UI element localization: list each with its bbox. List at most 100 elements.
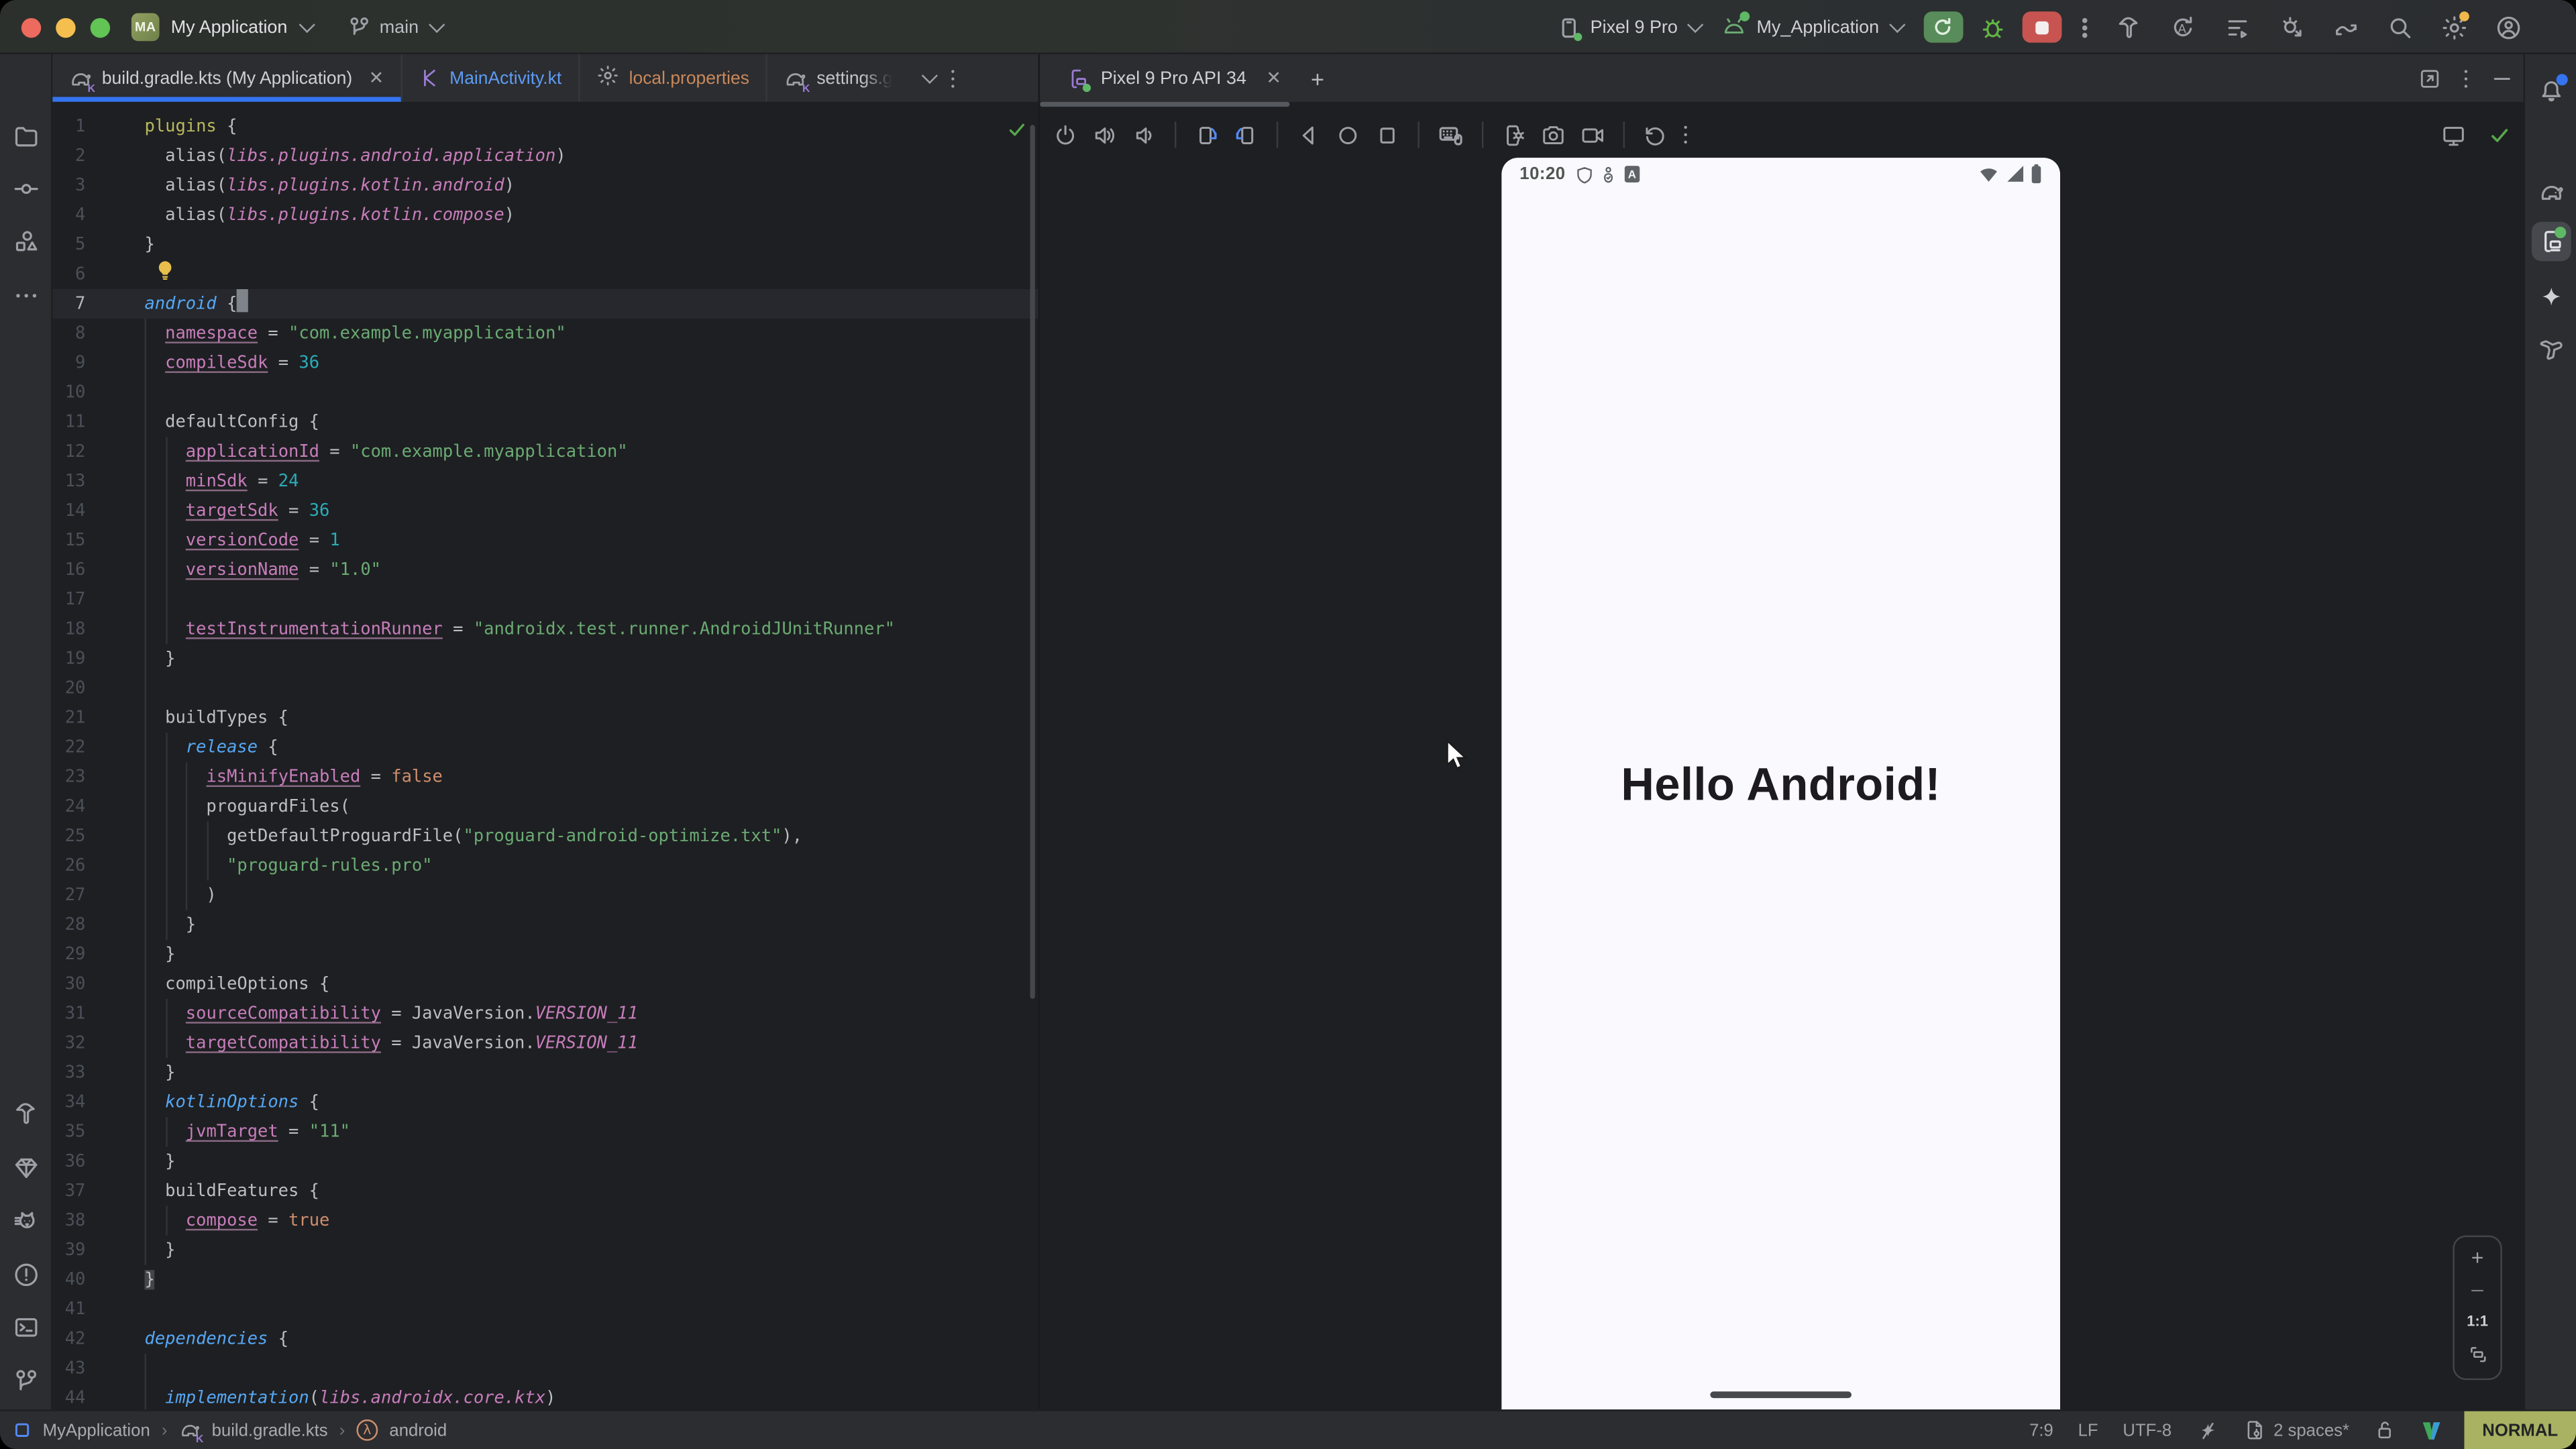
device-screen[interactable]: 10:20 A Hello Android! bbox=[1501, 158, 2060, 1409]
rerun-button[interactable] bbox=[1923, 11, 1963, 43]
vcs-branch-widget[interactable]: main bbox=[348, 0, 440, 54]
code-line[interactable]: 33 } bbox=[52, 1058, 1038, 1087]
code-line[interactable]: 44 implementation(libs.androidx.core.ktx… bbox=[52, 1383, 1038, 1409]
code-line[interactable]: 13 minSdk = 24 bbox=[52, 467, 1038, 496]
sidebar-item-structure[interactable] bbox=[13, 228, 40, 254]
code-line[interactable]: 27 ) bbox=[52, 881, 1038, 910]
screen-record-icon[interactable] bbox=[1580, 122, 1605, 147]
sidebar-item-project[interactable] bbox=[13, 123, 40, 150]
code-line[interactable]: 17 bbox=[52, 585, 1038, 614]
caret-position-widget[interactable]: 7:9 bbox=[2029, 1420, 2053, 1440]
editor-scrollbar[interactable] bbox=[1030, 125, 1035, 999]
rotate-left-icon[interactable] bbox=[1194, 122, 1219, 147]
rotate-right-icon[interactable] bbox=[1234, 122, 1258, 147]
build-button[interactable] bbox=[2116, 14, 2142, 40]
indent-widget[interactable]: 2 spaces* bbox=[2244, 1419, 2349, 1441]
zoom-actual-size-button[interactable]: 1:1 bbox=[2467, 1313, 2488, 1329]
sidebar-item-gemini[interactable] bbox=[13, 1155, 40, 1181]
code-line[interactable]: 28 } bbox=[52, 910, 1038, 940]
code-line[interactable]: 36 } bbox=[52, 1146, 1038, 1176]
vim-mode-badge[interactable]: NORMAL bbox=[2464, 1410, 2576, 1449]
code-line[interactable]: 21 buildTypes { bbox=[52, 703, 1038, 733]
line-separator-widget[interactable]: LF bbox=[2078, 1420, 2098, 1440]
run-more-kebab[interactable] bbox=[2081, 15, 2088, 38]
sidebar-item-notifications[interactable] bbox=[2538, 77, 2565, 103]
code-line[interactable]: 35 jvmTarget = "11" bbox=[52, 1117, 1038, 1146]
new-device-tab-button[interactable]: + bbox=[1311, 65, 1324, 91]
sidebar-item-more[interactable] bbox=[13, 282, 40, 309]
tab-pixel-9-pro-api-34[interactable]: Pixel 9 Pro API 34 ✕ bbox=[1040, 54, 1297, 102]
code-line[interactable]: 31 sourceCompatibility = JavaVersion.VER… bbox=[52, 999, 1038, 1028]
fit-to-window-icon[interactable] bbox=[2467, 1344, 2488, 1365]
power-icon[interactable] bbox=[1053, 122, 1078, 147]
project-widget[interactable]: MA My Application bbox=[131, 0, 311, 54]
zoom-window-button[interactable] bbox=[91, 17, 110, 37]
code-line[interactable]: 25 getDefaultProguardFile("proguard-andr… bbox=[52, 821, 1038, 851]
hardware-input-icon[interactable] bbox=[1438, 121, 1464, 148]
sync-project-button[interactable]: A bbox=[2170, 14, 2196, 40]
hidden-tabs-chevron-icon[interactable] bbox=[922, 68, 938, 84]
sidebar-item-app-insights[interactable] bbox=[2538, 337, 2565, 363]
volume-down-icon[interactable] bbox=[1132, 122, 1157, 147]
back-icon[interactable] bbox=[1296, 122, 1321, 147]
sidebar-item-logcat[interactable] bbox=[13, 1208, 40, 1234]
code-line[interactable]: 15 versionCode = 1 bbox=[52, 526, 1038, 555]
code-line[interactable]: 6 bbox=[52, 260, 1038, 289]
stop-button[interactable] bbox=[2022, 11, 2061, 43]
code-line[interactable]: 20 bbox=[52, 674, 1038, 703]
tab-build-gradle-kts[interactable]: K build.gradle.kts (My Application) ✕ bbox=[52, 54, 402, 102]
debug-button[interactable] bbox=[1980, 14, 2006, 40]
code-line[interactable]: 14 targetSdk = 36 bbox=[52, 496, 1038, 526]
minimize-window-button[interactable] bbox=[56, 17, 75, 37]
code-line[interactable]: 1plugins { bbox=[52, 112, 1038, 142]
code-line[interactable]: 42dependencies { bbox=[52, 1324, 1038, 1354]
code-line[interactable]: 7android { bbox=[52, 289, 1038, 319]
code-line[interactable]: 19 } bbox=[52, 644, 1038, 674]
debug-restart-button[interactable] bbox=[2278, 14, 2304, 40]
sidebar-item-gradle[interactable] bbox=[2538, 179, 2565, 205]
intention-bulb-icon[interactable] bbox=[156, 260, 174, 291]
code-editor[interactable]: 1plugins {2 alias(libs.plugins.android.a… bbox=[52, 102, 1038, 1409]
close-tab-icon[interactable]: ✕ bbox=[369, 67, 384, 89]
hide-pane-icon[interactable] bbox=[2491, 66, 2514, 89]
close-window-button[interactable] bbox=[21, 17, 41, 37]
code-line[interactable]: 8 namespace = "com.example.myapplication… bbox=[52, 319, 1038, 348]
breadcrumb-element[interactable]: android bbox=[389, 1420, 447, 1440]
open-in-window-icon[interactable] bbox=[2418, 66, 2441, 89]
code-line[interactable]: 24 proguardFiles( bbox=[52, 792, 1038, 821]
code-line[interactable]: 38 compose = true bbox=[52, 1206, 1038, 1236]
code-line[interactable]: 5} bbox=[52, 230, 1038, 260]
profile-button[interactable] bbox=[2496, 14, 2522, 40]
code-line[interactable]: 16 versionName = "1.0" bbox=[52, 555, 1038, 585]
code-line[interactable]: 40} bbox=[52, 1265, 1038, 1295]
sidebar-item-problems[interactable] bbox=[13, 1262, 40, 1288]
code-line[interactable]: 4 alias(libs.plugins.kotlin.compose) bbox=[52, 201, 1038, 230]
overview-icon[interactable] bbox=[1375, 122, 1400, 147]
screenshot-camera-icon[interactable] bbox=[1541, 122, 1566, 147]
tab-local-properties[interactable]: local.properties bbox=[580, 54, 767, 102]
search-everywhere-button[interactable] bbox=[2387, 14, 2413, 40]
run-configuration-selector[interactable]: My_Application bbox=[1722, 15, 1900, 40]
breadcrumb-file[interactable]: build.gradle.kts bbox=[212, 1420, 328, 1440]
code-line[interactable]: 3 alias(libs.plugins.kotlin.android) bbox=[52, 171, 1038, 201]
sidebar-item-build[interactable] bbox=[13, 1101, 40, 1127]
profiler-button[interactable] bbox=[2332, 14, 2359, 40]
code-line[interactable]: 11 defaultConfig { bbox=[52, 407, 1038, 437]
home-icon[interactable] bbox=[1336, 122, 1360, 147]
ai-assist-disabled-icon[interactable] bbox=[2196, 1419, 2219, 1442]
code-line[interactable]: 2 alias(libs.plugins.android.application… bbox=[52, 142, 1038, 171]
code-line[interactable]: 18 testInstrumentationRunner = "androidx… bbox=[52, 614, 1038, 644]
close-tab-icon[interactable]: ✕ bbox=[1266, 67, 1281, 89]
volume-up-icon[interactable] bbox=[1093, 122, 1118, 147]
unlocked-icon[interactable] bbox=[2374, 1419, 2396, 1441]
sidebar-item-commit[interactable] bbox=[13, 176, 40, 202]
code-line[interactable]: 41 bbox=[52, 1295, 1038, 1324]
tab-options-kebab-icon[interactable] bbox=[950, 66, 957, 89]
code-line[interactable]: 43 bbox=[52, 1354, 1038, 1383]
zoom-out-button[interactable]: – bbox=[2471, 1281, 2483, 1297]
breadcrumb-project[interactable]: MyApplication bbox=[43, 1420, 150, 1440]
tab-mainactivity-kt[interactable]: MainActivity.kt bbox=[402, 54, 580, 102]
reset-icon[interactable] bbox=[1643, 122, 1668, 147]
run-dashboard-button[interactable] bbox=[2224, 14, 2250, 40]
code-line[interactable]: 23 isMinifyEnabled = false bbox=[52, 762, 1038, 792]
